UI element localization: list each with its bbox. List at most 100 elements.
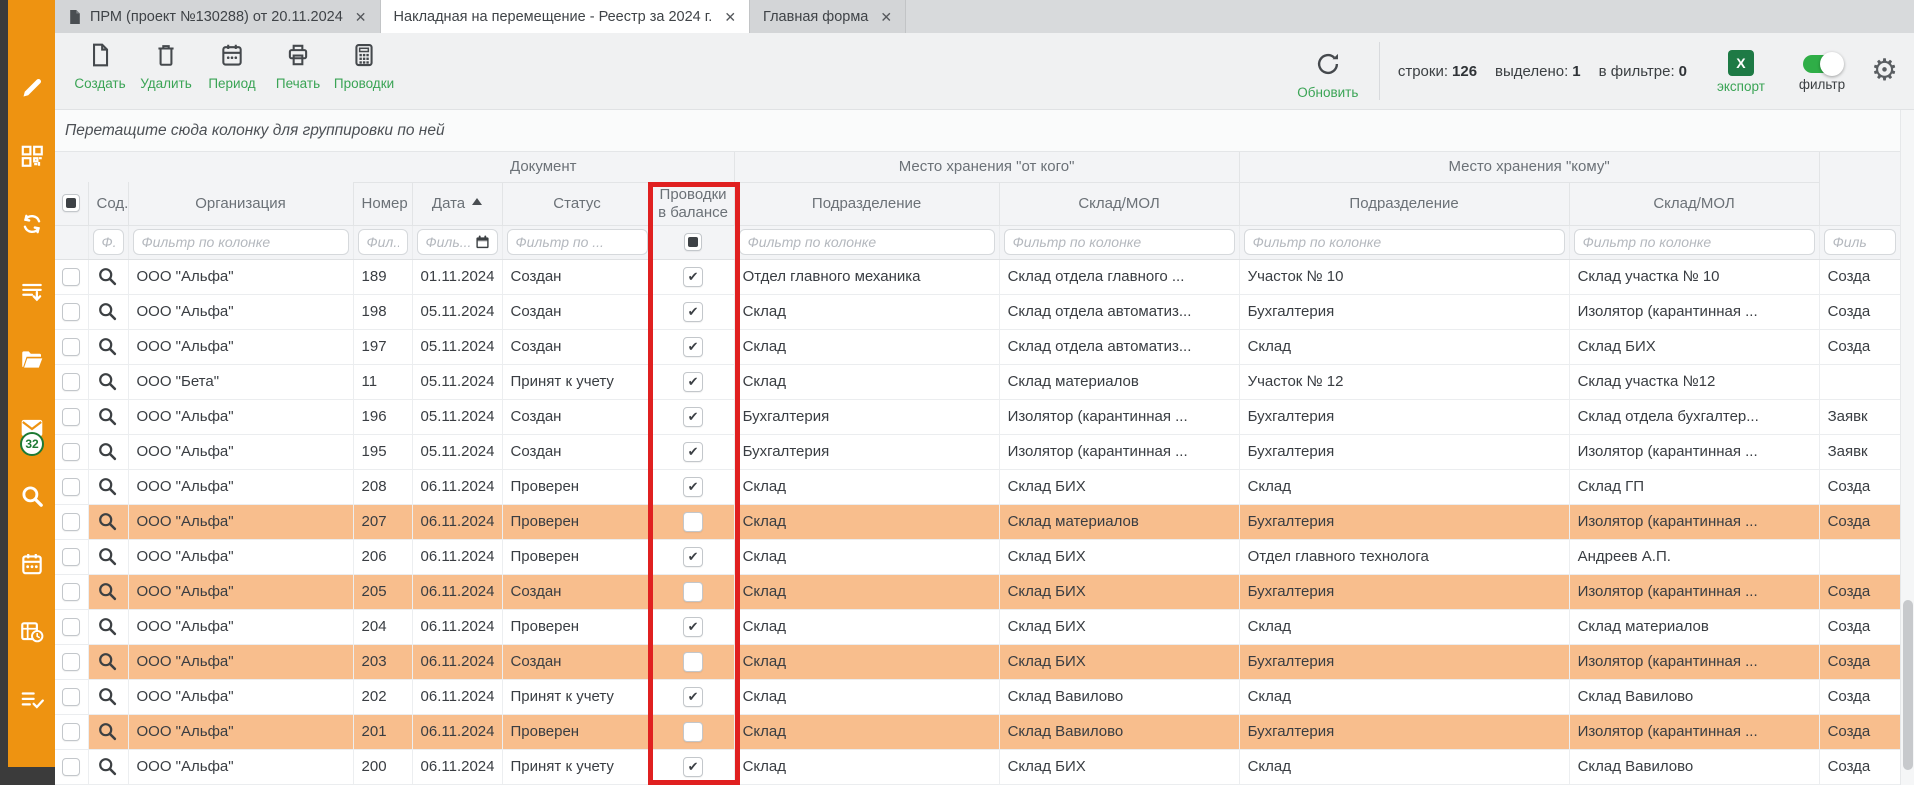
column-header-from-dept[interactable]: Подразделение	[734, 182, 999, 225]
column-header-to-sklad[interactable]: Склад/МОЛ	[1569, 182, 1819, 225]
column-header-status[interactable]: Статус	[502, 182, 652, 225]
close-icon[interactable]: ✕	[724, 10, 736, 24]
select-all-checkbox[interactable]	[62, 194, 80, 212]
filter-org-input[interactable]	[133, 229, 349, 255]
column-header-date[interactable]: Дата	[412, 182, 502, 225]
print-list-icon[interactable]	[19, 279, 45, 305]
search-icon[interactable]	[19, 483, 45, 509]
table-row[interactable]: ООО "Альфа" 208 06.11.2024 Проверен Скла…	[55, 469, 1900, 504]
row-select-checkbox[interactable]	[62, 583, 80, 601]
balance-checkbox[interactable]	[683, 337, 703, 357]
period-button[interactable]: Период	[199, 33, 265, 109]
delete-button[interactable]: Удалить	[133, 33, 199, 109]
balance-checkbox[interactable]	[683, 407, 703, 427]
gear-icon[interactable]: ⚙	[1871, 56, 1898, 86]
row-select-checkbox[interactable]	[62, 303, 80, 321]
magnifier-icon[interactable]	[97, 441, 119, 463]
row-select-checkbox[interactable]	[62, 548, 80, 566]
tab-prm-project[interactable]: ПРМ (проект №130288) от 20.11.2024 ✕	[55, 0, 381, 33]
balance-checkbox[interactable]	[683, 302, 703, 322]
row-select-checkbox[interactable]	[62, 653, 80, 671]
magnifier-icon[interactable]	[97, 686, 119, 708]
filter-number-input[interactable]	[358, 229, 408, 255]
row-select-checkbox[interactable]	[62, 478, 80, 496]
filter-toggle[interactable]: фильтр	[1799, 51, 1845, 92]
filter-to-dept-input[interactable]	[1244, 229, 1565, 255]
magnifier-icon[interactable]	[97, 616, 119, 638]
row-select-checkbox[interactable]	[62, 723, 80, 741]
row-select-checkbox[interactable]	[62, 408, 80, 426]
column-header-from-sklad[interactable]: Склад/МОЛ	[999, 182, 1239, 225]
calendar-icon[interactable]	[19, 551, 45, 577]
balance-checkbox[interactable]	[683, 512, 703, 532]
filter-extra-input[interactable]	[1824, 229, 1896, 255]
export-button[interactable]: X экспорт	[1717, 48, 1765, 94]
row-select-checkbox[interactable]	[62, 618, 80, 636]
balance-checkbox[interactable]	[683, 617, 703, 637]
balance-checkbox[interactable]	[683, 757, 703, 777]
refresh-button[interactable]: Обновить	[1295, 42, 1361, 100]
table-row[interactable]: ООО "Альфа" 204 06.11.2024 Проверен Скла…	[55, 609, 1900, 644]
postings-button[interactable]: Проводки	[331, 33, 397, 109]
row-select-checkbox[interactable]	[62, 513, 80, 531]
balance-checkbox[interactable]	[683, 722, 703, 742]
row-select-checkbox[interactable]	[62, 373, 80, 391]
scrollbar-thumb[interactable]	[1903, 600, 1913, 770]
filter-to-sklad-input[interactable]	[1574, 229, 1815, 255]
filter-from-sklad-input[interactable]	[1004, 229, 1235, 255]
table-row[interactable]: ООО "Альфа" 202 06.11.2024 Принят к учет…	[55, 679, 1900, 714]
tab-main-form[interactable]: Главная форма ✕	[750, 0, 906, 33]
filter-content-input[interactable]	[93, 229, 124, 255]
balance-checkbox[interactable]	[683, 442, 703, 462]
vertical-scrollbar[interactable]	[1900, 110, 1914, 785]
table-row[interactable]: ООО "Альфа" 206 06.11.2024 Проверен Скла…	[55, 539, 1900, 574]
balance-checkbox[interactable]	[683, 372, 703, 392]
balance-checkbox[interactable]	[683, 267, 703, 287]
row-select-checkbox[interactable]	[62, 758, 80, 776]
column-header-org[interactable]: Организация	[128, 182, 353, 225]
tab-registry[interactable]: Накладная на перемещение - Реестр за 202…	[381, 0, 751, 33]
checklist-icon[interactable]	[19, 687, 45, 713]
group-by-dropzone[interactable]: Перетащите сюда колонку для группировки …	[55, 110, 1914, 152]
table-row[interactable]: ООО "Альфа" 197 05.11.2024 Создан Склад …	[55, 329, 1900, 364]
magnifier-icon[interactable]	[97, 581, 119, 603]
magnifier-icon[interactable]	[97, 511, 119, 533]
table-row[interactable]: ООО "Альфа" 200 06.11.2024 Принят к учет…	[55, 749, 1900, 784]
table-row[interactable]: ООО "Бета" 11 05.11.2024 Принят к учету …	[55, 364, 1900, 399]
balance-checkbox[interactable]	[683, 652, 703, 672]
folder-icon[interactable]	[19, 347, 45, 373]
balance-checkbox[interactable]	[683, 687, 703, 707]
balance-checkbox[interactable]	[683, 547, 703, 567]
sync-icon[interactable]	[19, 211, 45, 237]
balance-checkbox[interactable]	[683, 582, 703, 602]
table-row[interactable]: ООО "Альфа" 205 06.11.2024 Создан Склад …	[55, 574, 1900, 609]
qr-code-icon[interactable]	[19, 143, 45, 169]
report-clock-icon[interactable]	[19, 619, 45, 645]
column-header-balance[interactable]: Проводкив балансе	[652, 182, 734, 225]
row-select-checkbox[interactable]	[62, 443, 80, 461]
filter-from-dept-input[interactable]	[739, 229, 995, 255]
column-header-content[interactable]: Сод.	[88, 182, 128, 225]
magnifier-icon[interactable]	[97, 546, 119, 568]
magnifier-icon[interactable]	[97, 371, 119, 393]
filter-balance-checkbox[interactable]	[684, 233, 702, 251]
table-row[interactable]: ООО "Альфа" 195 05.11.2024 Создан Бухгал…	[55, 434, 1900, 469]
table-row[interactable]: ООО "Альфа" 196 05.11.2024 Создан Бухгал…	[55, 399, 1900, 434]
table-row[interactable]: ООО "Альфа" 198 05.11.2024 Создан Склад …	[55, 294, 1900, 329]
close-icon[interactable]: ✕	[355, 10, 367, 24]
calendar-picker-icon[interactable]	[475, 235, 490, 250]
magnifier-icon[interactable]	[97, 651, 119, 673]
create-button[interactable]: Создать	[67, 33, 133, 109]
row-select-checkbox[interactable]	[62, 338, 80, 356]
magnifier-icon[interactable]	[97, 721, 119, 743]
table-row[interactable]: ООО "Альфа" 201 06.11.2024 Проверен Скла…	[55, 714, 1900, 749]
magnifier-icon[interactable]	[97, 301, 119, 323]
table-row[interactable]: ООО "Альфа" 203 06.11.2024 Создан Склад …	[55, 644, 1900, 679]
table-row[interactable]: ООО "Альфа" 189 01.11.2024 Создан Отдел …	[55, 259, 1900, 294]
close-icon[interactable]: ✕	[880, 10, 892, 24]
filter-status-input[interactable]	[507, 229, 648, 255]
row-select-checkbox[interactable]	[62, 268, 80, 286]
magnifier-icon[interactable]	[97, 406, 119, 428]
magnifier-icon[interactable]	[97, 476, 119, 498]
table-row[interactable]: ООО "Альфа" 207 06.11.2024 Проверен Скла…	[55, 504, 1900, 539]
